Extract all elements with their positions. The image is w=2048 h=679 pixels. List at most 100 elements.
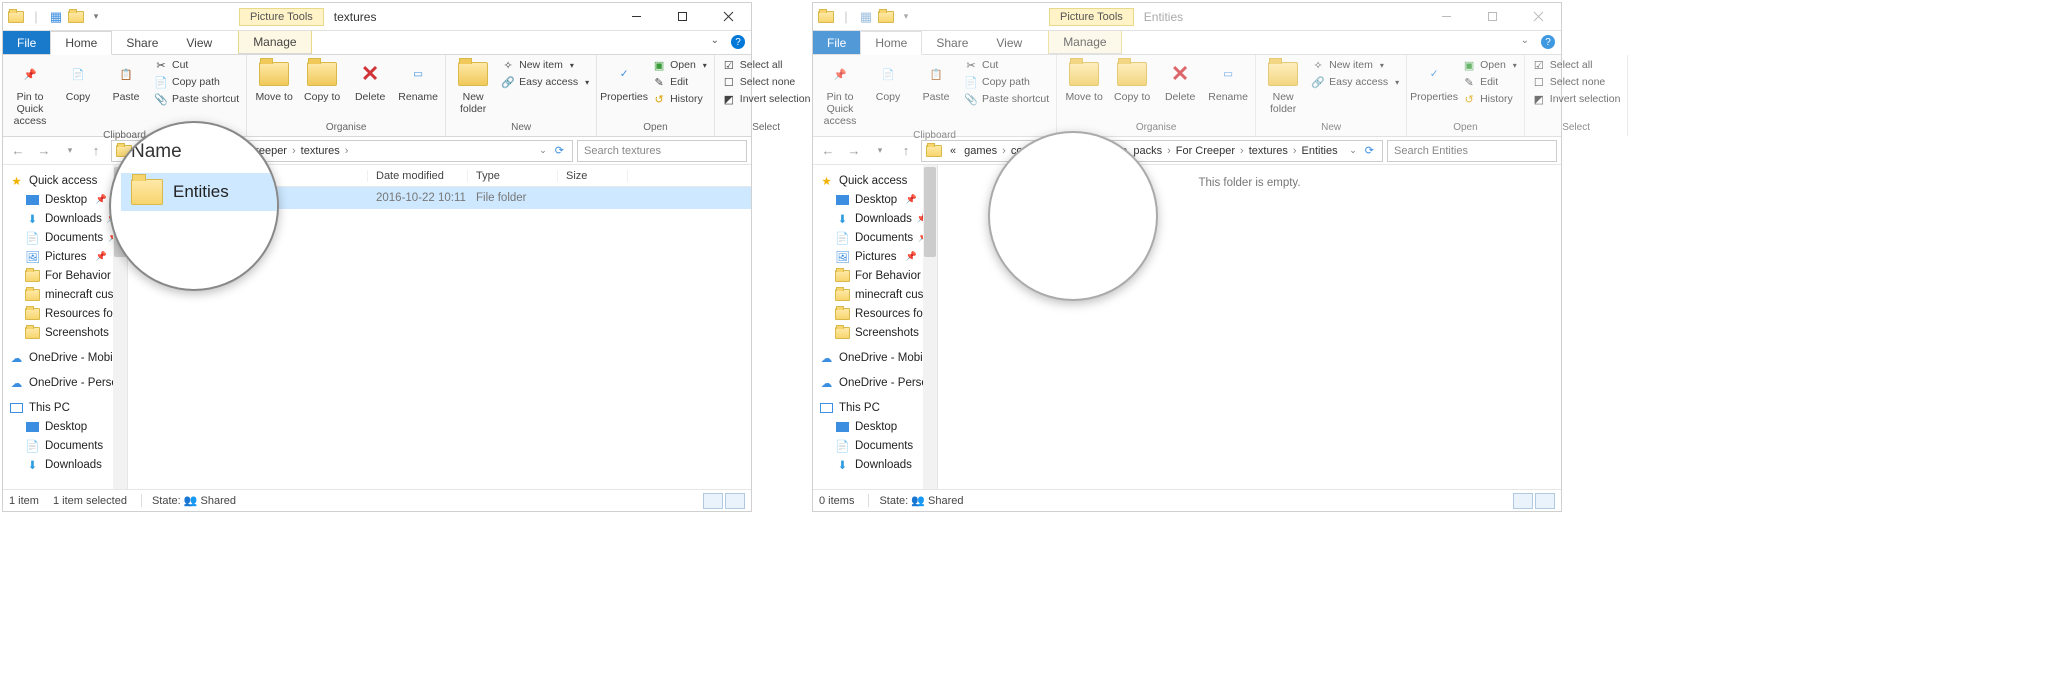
close-button[interactable]	[705, 3, 751, 31]
breadcrumb[interactable]: « games› com.mojang› resource_packs› For…	[921, 140, 1383, 162]
cut-button[interactable]: ✂Cut	[151, 57, 242, 73]
select-none-button[interactable]: ☐Select none	[719, 74, 814, 90]
crumb[interactable]: «	[946, 145, 960, 157]
paste-shortcut-button[interactable]: 📎Paste shortcut	[961, 91, 1052, 107]
nav-onedrive[interactable]: ☁OneDrive - Mobile	[3, 348, 127, 367]
back-button[interactable]: ←	[817, 140, 839, 162]
delete-button[interactable]: ✕Delete	[1157, 57, 1203, 105]
pin-to-quick-access-button[interactable]: 📌Pin to Quick access	[7, 57, 53, 129]
nav-folder[interactable]: minecraft custo	[3, 285, 127, 304]
rename-button[interactable]: ▭Rename	[395, 57, 441, 105]
nav-desktop[interactable]: Desktop	[3, 417, 127, 436]
nav-folder[interactable]: Resources for Cr	[3, 304, 127, 323]
nav-desktop[interactable]: Desktop📌	[813, 190, 937, 209]
select-all-button[interactable]: ☑Select all	[719, 57, 814, 73]
ribbon-collapse-icon[interactable]: ⌄	[705, 31, 725, 54]
folder-qat-icon[interactable]	[877, 8, 895, 26]
minimize-button[interactable]	[613, 3, 659, 31]
copy-to-button[interactable]: Copy to	[1109, 57, 1155, 105]
nav-desktop[interactable]: Desktop	[813, 417, 937, 436]
refresh-icon[interactable]: ⟳	[551, 144, 568, 157]
tab-home[interactable]: Home	[50, 31, 112, 55]
open-button[interactable]: ▣Open▾	[1459, 57, 1520, 73]
qat-dropdown-icon[interactable]: ▾	[897, 8, 915, 26]
nav-onedrive[interactable]: ☁OneDrive - Person	[3, 373, 127, 392]
icons-view-button[interactable]	[1535, 493, 1555, 509]
tab-share[interactable]: Share	[112, 31, 172, 54]
properties-qat-icon[interactable]: ▦	[47, 8, 65, 26]
easy-access-button[interactable]: 🔗Easy access▾	[498, 74, 592, 90]
nav-folder[interactable]: Screenshots	[813, 323, 937, 342]
folder-qat-icon[interactable]	[67, 8, 85, 26]
paste-button[interactable]: 📋Paste	[103, 57, 149, 105]
paste-button[interactable]: 📋Paste	[913, 57, 959, 105]
paste-shortcut-button[interactable]: 📎Paste shortcut	[151, 91, 242, 107]
nav-folder[interactable]: Resources for Cr	[813, 304, 937, 323]
address-dropdown-icon[interactable]: ⌄	[1345, 145, 1361, 156]
copy-path-button[interactable]: 📄Copy path	[151, 74, 242, 90]
nav-documents[interactable]: 📄Documents📌	[813, 228, 937, 247]
invert-selection-button[interactable]: ◩Invert selection	[719, 91, 814, 107]
tab-view[interactable]: View	[982, 31, 1036, 54]
up-button[interactable]: ↑	[895, 140, 917, 162]
contextual-tab[interactable]: Picture Tools	[1049, 8, 1134, 26]
nav-documents[interactable]: 📄Documents	[813, 436, 937, 455]
minimize-button[interactable]	[1423, 3, 1469, 31]
ribbon-collapse-icon[interactable]: ⌄	[1515, 31, 1535, 54]
crumb[interactable]: games	[960, 145, 1001, 157]
forward-button[interactable]: →	[843, 140, 865, 162]
search-input[interactable]: Search textures	[577, 140, 747, 162]
scrollbar[interactable]	[923, 165, 937, 489]
select-all-button[interactable]: ☑Select all	[1529, 57, 1624, 73]
recent-dropdown-icon[interactable]: ▾	[59, 140, 81, 162]
forward-button[interactable]: →	[33, 140, 55, 162]
crumb[interactable]: textures	[1245, 145, 1292, 157]
edit-button[interactable]: ✎Edit	[1459, 74, 1520, 90]
properties-qat-icon[interactable]: ▦	[857, 8, 875, 26]
edit-button[interactable]: ✎Edit	[649, 74, 710, 90]
open-button[interactable]: ▣Open▾	[649, 57, 710, 73]
nav-onedrive[interactable]: ☁OneDrive - Mobile	[813, 348, 937, 367]
nav-documents[interactable]: 📄Documents	[3, 436, 127, 455]
new-item-button[interactable]: ✧New item▾	[498, 57, 592, 73]
nav-documents[interactable]: 📄Documents📌	[3, 228, 127, 247]
nav-downloads[interactable]: ⬇Downloads📌	[813, 209, 937, 228]
nav-this-pc[interactable]: This PC	[813, 398, 937, 417]
maximize-button[interactable]	[1469, 3, 1515, 31]
nav-pictures[interactable]: 🖼Pictures📌	[813, 247, 937, 266]
recent-dropdown-icon[interactable]: ▾	[869, 140, 891, 162]
nav-folder[interactable]: Screenshots	[3, 323, 127, 342]
details-view-button[interactable]	[703, 493, 723, 509]
tab-manage[interactable]: Manage	[1048, 31, 1121, 54]
nav-pictures[interactable]: 🖼Pictures📌	[3, 247, 127, 266]
copy-path-button[interactable]: 📄Copy path	[961, 74, 1052, 90]
nav-folder[interactable]: For Behavior	[813, 266, 937, 285]
new-folder-button[interactable]: New folder	[450, 57, 496, 117]
select-none-button[interactable]: ☐Select none	[1529, 74, 1624, 90]
tab-file[interactable]: File	[813, 31, 860, 54]
properties-button[interactable]: ✓Properties	[1411, 57, 1457, 105]
crumb[interactable]: For Creeper	[1172, 145, 1239, 157]
history-button[interactable]: ↺History	[1459, 91, 1520, 107]
rename-button[interactable]: ▭Rename	[1205, 57, 1251, 105]
up-button[interactable]: ↑	[85, 140, 107, 162]
tab-share[interactable]: Share	[922, 31, 982, 54]
column-type[interactable]: Type	[468, 170, 558, 182]
search-input[interactable]: Search Entities	[1387, 140, 1557, 162]
address-dropdown-icon[interactable]: ⌄	[535, 145, 551, 156]
new-folder-button[interactable]: New folder	[1260, 57, 1306, 117]
nav-downloads[interactable]: ⬇Downloads	[813, 455, 937, 474]
cut-button[interactable]: ✂Cut	[961, 57, 1052, 73]
column-size[interactable]: Size	[558, 170, 628, 182]
move-to-button[interactable]: Move to	[251, 57, 297, 105]
properties-button[interactable]: ✓Properties	[601, 57, 647, 105]
details-view-button[interactable]	[1513, 493, 1533, 509]
close-button[interactable]	[1515, 3, 1561, 31]
tab-home[interactable]: Home	[860, 31, 922, 55]
move-to-button[interactable]: Move to	[1061, 57, 1107, 105]
nav-this-pc[interactable]: This PC	[3, 398, 127, 417]
back-button[interactable]: ←	[7, 140, 29, 162]
new-item-button[interactable]: ✧New item▾	[1308, 57, 1402, 73]
column-date[interactable]: Date modified	[368, 170, 468, 182]
tab-view[interactable]: View	[172, 31, 226, 54]
